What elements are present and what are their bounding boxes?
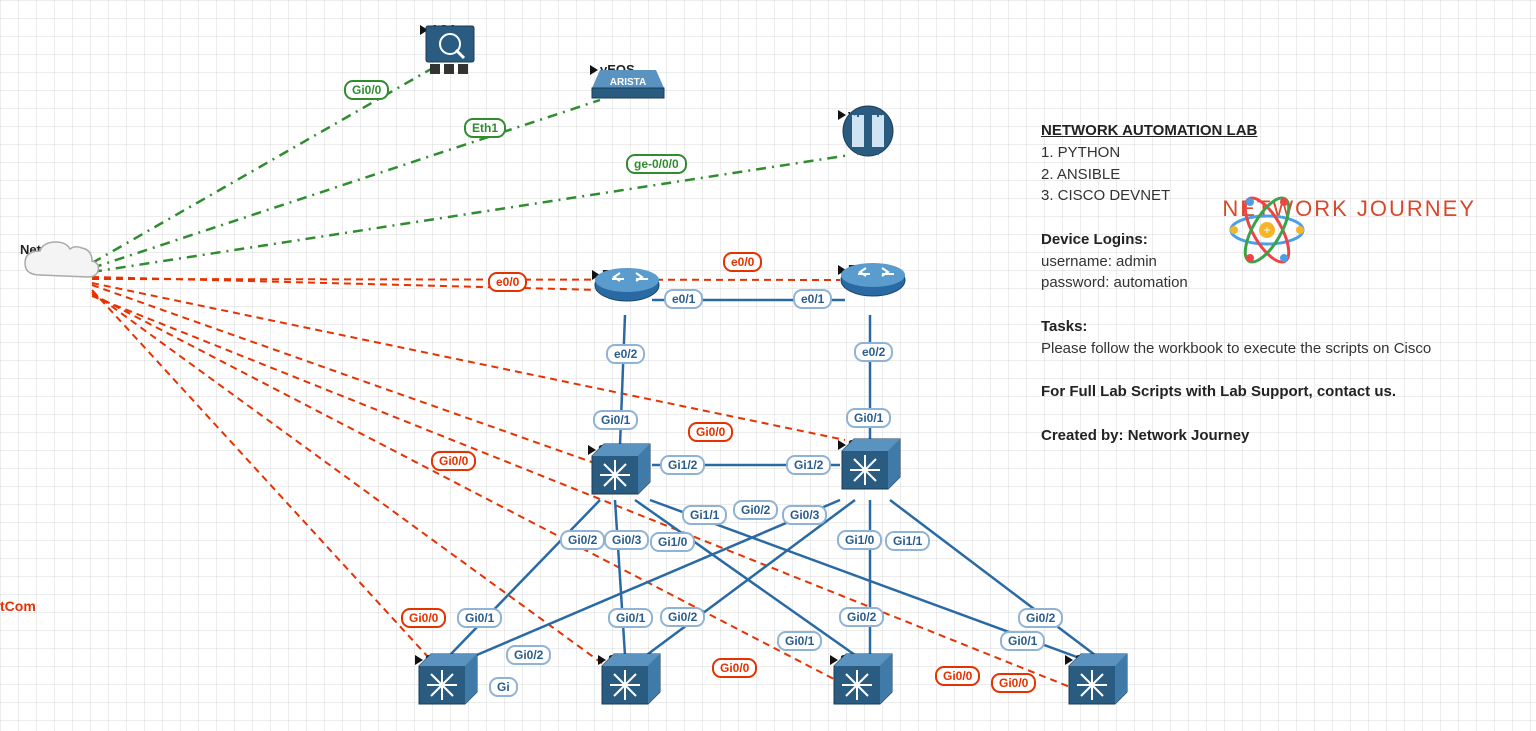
port-gi11-sw4: Gi1/1 xyxy=(885,531,930,551)
svg-text:ARISTA: ARISTA xyxy=(610,77,646,88)
device-r1[interactable]: R1 xyxy=(592,265,619,282)
device-net[interactable]: Net xyxy=(20,240,41,257)
port-gi01-sw5: Gi0/1 xyxy=(608,608,653,628)
port-e00-r2: e0/0 xyxy=(723,252,762,272)
port-gi02-sw7: Gi0/2 xyxy=(1018,608,1063,628)
info-panel: NETWORK AUTOMATION LAB 1. PYTHON 2. ANSI… xyxy=(1041,120,1516,446)
port-gi-extra: Gi xyxy=(489,677,518,697)
stray-text: tCom xyxy=(0,598,36,614)
port-gi00-sw7: Gi0/0 xyxy=(991,673,1036,693)
port-gi12-sw4: Gi1/2 xyxy=(786,455,831,475)
device-sw8[interactable]: Switch8 xyxy=(415,650,474,667)
port-gi02-sw3: Gi0/2 xyxy=(560,530,605,550)
info-title: NETWORK AUTOMATION LAB xyxy=(1041,120,1516,142)
tasks-heading: Tasks: xyxy=(1041,318,1087,335)
port-eth1: Eth1 xyxy=(464,118,506,138)
device-asav[interactable]: ASAv xyxy=(420,20,464,37)
port-e01-r2: e0/1 xyxy=(793,289,832,309)
port-ge000: ge-0/0/0 xyxy=(626,154,687,174)
port-gi01-r2sw: Gi0/1 xyxy=(846,408,891,428)
port-gi00-sw5: Gi0/0 xyxy=(712,658,757,678)
port-gi02-d: Gi0/2 xyxy=(733,500,778,520)
port-gi00-sw4: Gi0/0 xyxy=(688,422,733,442)
scripts-line: For Full Lab Scripts with Lab Support, c… xyxy=(1041,383,1396,400)
device-vsrx[interactable]: vSRX xyxy=(838,105,882,122)
port-gi03-sw3: Gi0/3 xyxy=(604,530,649,550)
port-gi00-sw3: Gi0/0 xyxy=(431,451,476,471)
device-veos[interactable]: ARISTA vEOS xyxy=(590,60,635,77)
port-gi11-sw3: Gi1/1 xyxy=(682,505,727,525)
device-sw7[interactable]: Switch7 xyxy=(1065,650,1124,667)
port-gi02-sw5: Gi0/2 xyxy=(660,607,705,627)
port-gi01-r1sw: Gi0/1 xyxy=(593,410,638,430)
port-gi02-sw6: Gi0/2 xyxy=(839,607,884,627)
device-sw5[interactable]: Switch5 xyxy=(598,650,657,667)
port-gi10-sw3: Gi1/0 xyxy=(650,532,695,552)
port-e01-r1: e0/1 xyxy=(664,289,703,309)
tasks-body: Please follow the workbook to execute th… xyxy=(1041,338,1516,360)
svg-text:+: + xyxy=(1264,223,1271,237)
port-gi12-sw3: Gi1/2 xyxy=(660,455,705,475)
port-gi01-sw8: Gi0/1 xyxy=(457,608,502,628)
port-gi00-sw6: Gi0/0 xyxy=(935,666,980,686)
atom-icon: + xyxy=(1222,190,1312,270)
port-gi01-sw7: Gi0/1 xyxy=(1000,631,1045,651)
port-gi00-sw8: Gi0/0 xyxy=(401,608,446,628)
login-pass: password: automation xyxy=(1041,272,1516,294)
port-e02-r1: e0/2 xyxy=(606,344,645,364)
port-gi01-sw6: Gi0/1 xyxy=(777,631,822,651)
port-gi10-sw4: Gi1/0 xyxy=(837,530,882,550)
port-e00-r1: e0/0 xyxy=(488,272,527,292)
device-sw3[interactable]: Switch3 xyxy=(588,440,647,457)
port-e02-r2: e0/2 xyxy=(854,342,893,362)
info-item2: 2. ANSIBLE xyxy=(1041,164,1516,186)
device-sw6[interactable]: Switch6 xyxy=(830,650,889,667)
port-gi00-asav: Gi0/0 xyxy=(344,80,389,100)
created-by: Created by: Network Journey xyxy=(1041,427,1249,444)
port-gi03-d: Gi0/3 xyxy=(782,505,827,525)
port-gi02-sw8: Gi0/2 xyxy=(506,645,551,665)
device-r2[interactable]: R2 xyxy=(838,260,865,277)
logins-heading: Device Logins: xyxy=(1041,231,1148,248)
info-item1: 1. PYTHON xyxy=(1041,142,1516,164)
brand-logo: + NETWORK JOURNEY xyxy=(1222,190,1476,222)
device-sw4[interactable]: Switch4 xyxy=(838,435,897,452)
